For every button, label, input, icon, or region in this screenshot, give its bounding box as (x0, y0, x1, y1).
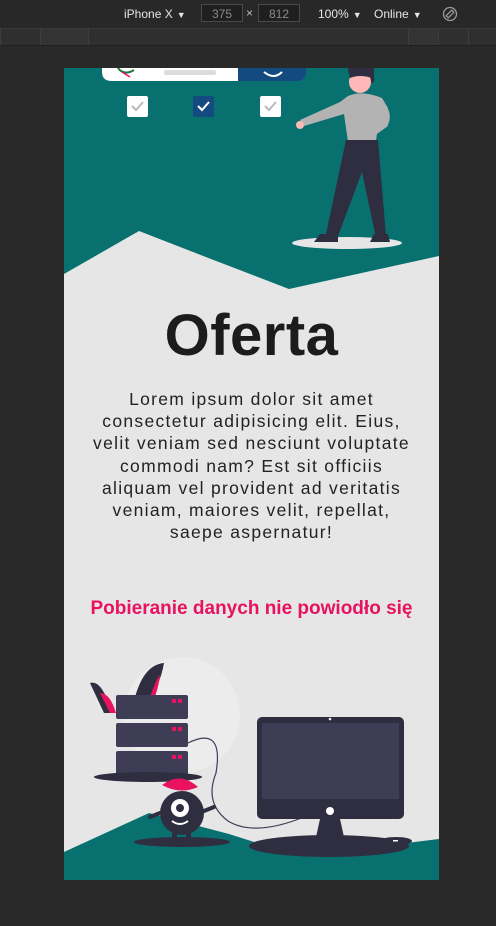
person-illustration (292, 68, 402, 249)
device-select[interactable]: iPhone X ▼ (124, 6, 186, 23)
network-dropdown-icon: ▼ (412, 10, 422, 20)
ruler-segment (468, 29, 496, 45)
device-dropdown-icon: ▼ (176, 10, 186, 20)
media-query-ruler (0, 28, 496, 46)
height-input[interactable]: 812 (258, 4, 300, 22)
rotate-icon[interactable] (442, 6, 458, 22)
error-message: Pobieranie danych nie powiodło się (90, 598, 413, 619)
device-viewport: Oferta Lorem ipsum dolor sit amet consec… (64, 68, 439, 880)
zoom-select[interactable]: 100% ▼ (318, 6, 362, 23)
bottom-illustration (64, 657, 439, 880)
page-title: Oferta (164, 303, 339, 368)
ruler-segment (408, 29, 439, 45)
dimension-separator: × (246, 6, 254, 20)
device-label: iPhone X (124, 7, 173, 21)
ruler-segment (0, 29, 41, 45)
offer-description: Lorem ipsum dolor sit amet consectetur a… (93, 389, 410, 543)
zoom-dropdown-icon: ▼ (352, 10, 362, 20)
devtools-toolbar: iPhone X ▼ 375 × 812 100% ▼ Online ▼ (0, 0, 496, 28)
ruler-segment (438, 29, 469, 45)
hero-search-illustration (102, 68, 306, 117)
ruler-segment (40, 29, 89, 45)
ruler-segment (88, 29, 409, 45)
zoom-label: 100% (318, 7, 349, 21)
computer-monitor (249, 717, 412, 857)
network-label: Online (374, 7, 409, 21)
width-input[interactable]: 375 (201, 4, 243, 22)
network-select[interactable]: Online ▼ (374, 6, 422, 23)
